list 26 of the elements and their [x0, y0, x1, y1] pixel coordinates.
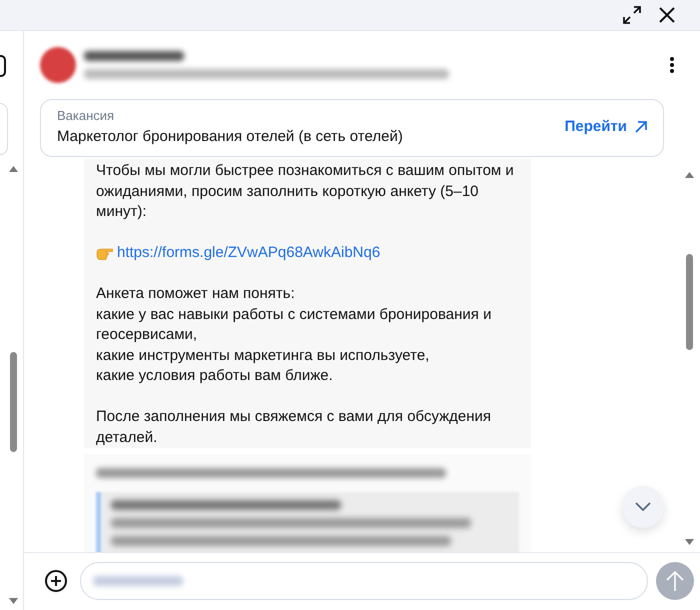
vacancy-title: Маркетолог бронирования отелей (в сеть отелей) [57, 126, 404, 147]
scrollbar-thumb[interactable] [10, 352, 17, 452]
scrollbar-thumb[interactable] [686, 254, 693, 350]
scroll-down-icon[interactable] [685, 538, 694, 546]
scroll-up-icon[interactable] [685, 171, 694, 178]
scroll-down-icon[interactable] [9, 598, 18, 606]
chevron-down-icon [635, 502, 651, 512]
form-link[interactable]: https://forms.gle/ZVwAPq68AwkAibNq6 [117, 243, 380, 264]
expand-icon[interactable] [622, 5, 642, 26]
message-field[interactable] [80, 562, 648, 600]
add-icon[interactable] [44, 569, 68, 594]
sidebar-icon[interactable] [0, 55, 6, 78]
message-text: После заполнения мы свяжемся с вами для обсуждения деталей. [96, 407, 492, 448]
message-text: какие инструменты маркетинга вы используете, [96, 346, 430, 366]
arrow-up-right-icon [635, 121, 647, 134]
pointing-hand-icon [96, 246, 113, 260]
message-text: Чтобы мы могли быстрее познакомиться с вашим опытом и ожиданиями, просим заполнить короткую анкету (5–10 минут): [96, 161, 515, 222]
message-text: Анкета поможет нам понять: [96, 284, 296, 304]
vacancy-label: Вакансия [57, 107, 116, 126]
close-icon[interactable] [658, 6, 676, 24]
go-link[interactable]: Перейти [564, 116, 647, 138]
scroll-up-icon[interactable] [9, 165, 18, 172]
message-text: какие условия работы вам ближе. [96, 366, 334, 386]
arrow-up-icon [666, 570, 684, 592]
avatar [40, 47, 76, 84]
more-icon[interactable] [670, 57, 674, 74]
